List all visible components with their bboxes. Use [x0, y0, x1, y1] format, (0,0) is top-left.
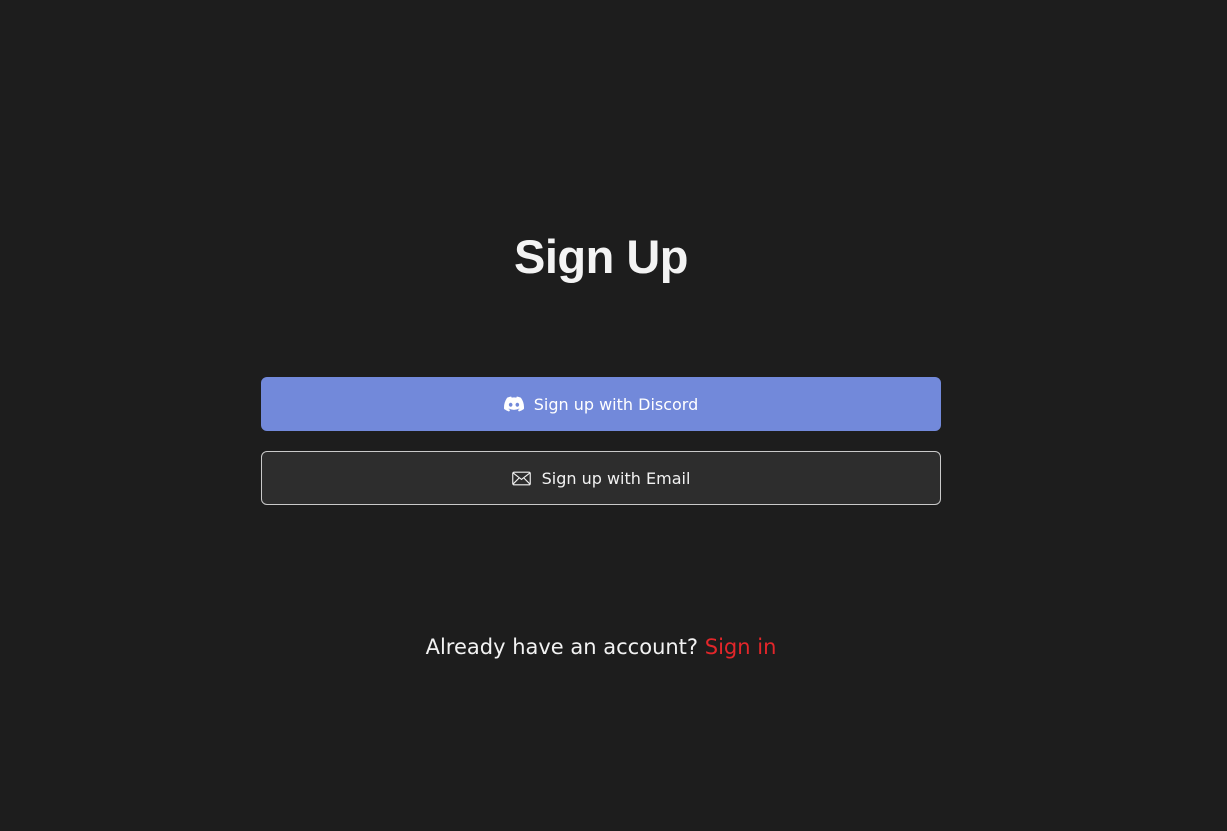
- discord-icon: [503, 394, 524, 414]
- discord-signup-label: Sign up with Discord: [533, 394, 699, 414]
- email-signup-label: Sign up with Email: [541, 468, 691, 488]
- mail-icon: [512, 468, 532, 488]
- page-title: Sign Up: [513, 230, 689, 284]
- signin-link[interactable]: Sign in: [705, 635, 777, 659]
- signin-prompt-text: Already have an account?: [425, 635, 699, 659]
- discord-signup-button[interactable]: Sign up with Discord: [261, 377, 941, 431]
- signup-page: Sign Up Sign up with Discord Sign up wit…: [0, 0, 1227, 831]
- signin-prompt: Already have an account? Sign in: [0, 632, 1202, 662]
- email-signup-button[interactable]: Sign up with Email: [261, 451, 941, 505]
